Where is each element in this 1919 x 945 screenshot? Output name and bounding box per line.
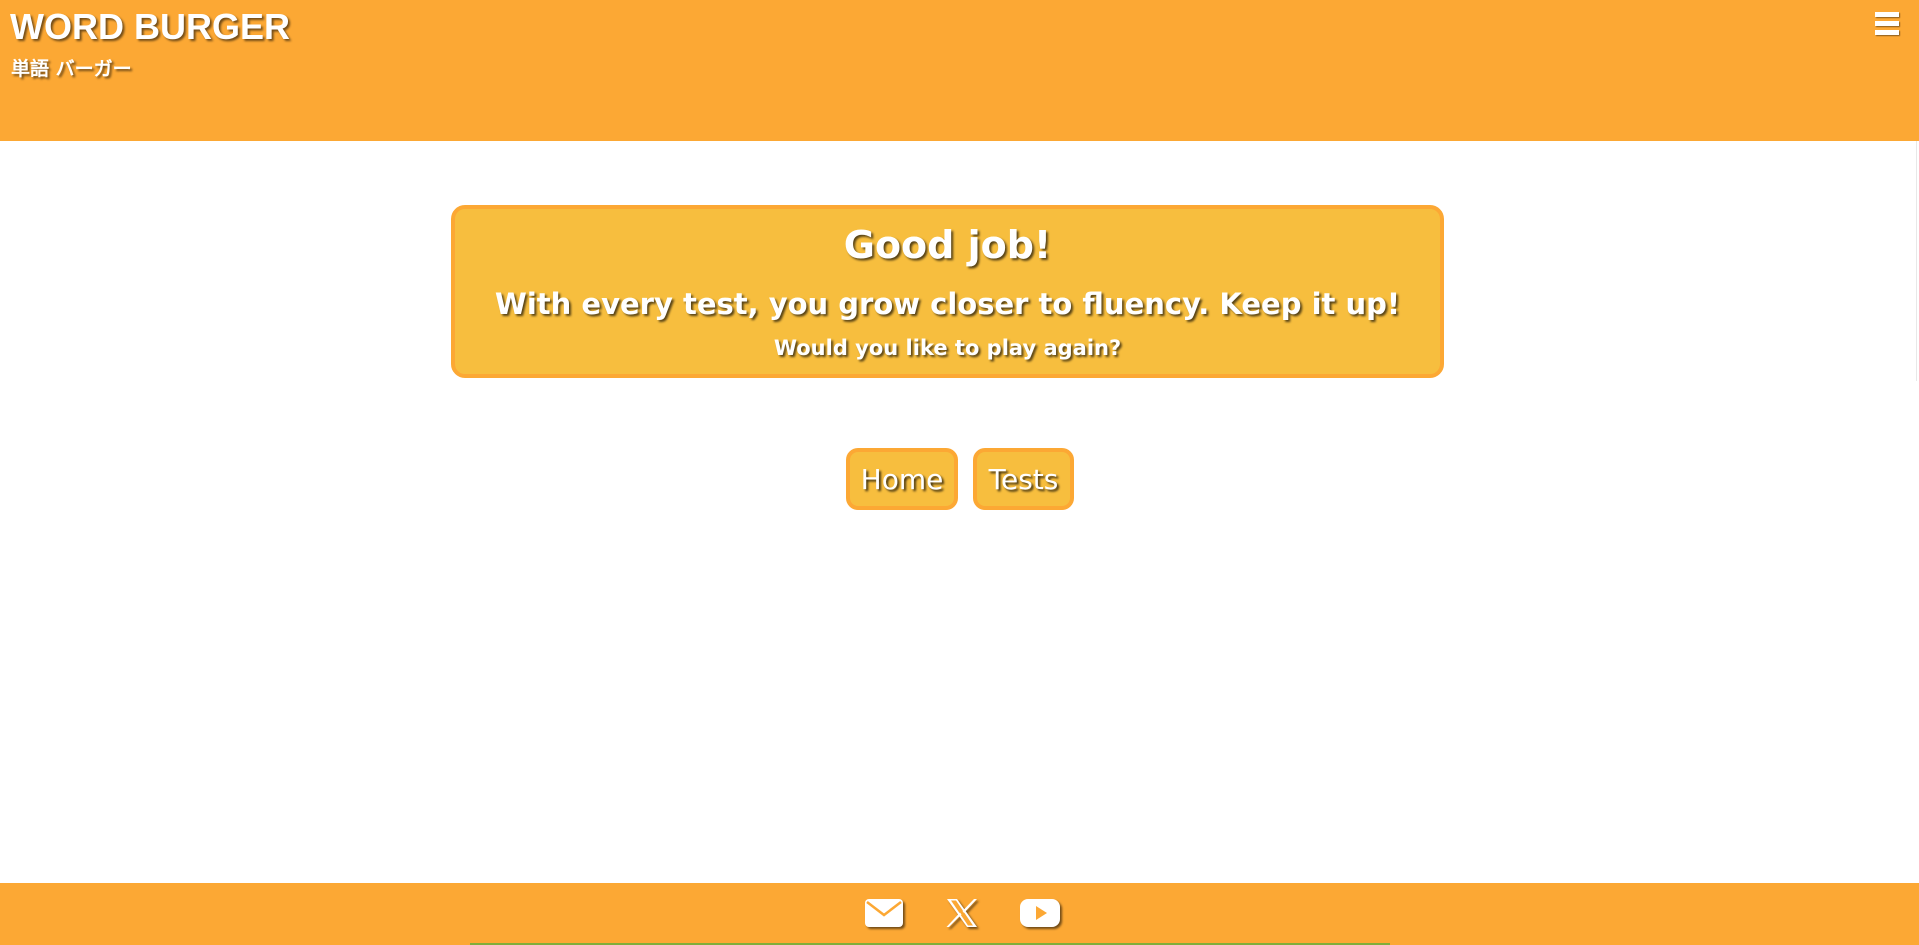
tests-button[interactable]: Tests xyxy=(973,448,1074,510)
site-subtitle: 単語 バーガー xyxy=(11,58,132,80)
result-message-card: Good job! With every test, you grow clos… xyxy=(451,205,1444,378)
hamburger-menu-icon[interactable] xyxy=(1875,12,1901,42)
page-edge-divider xyxy=(1916,141,1917,381)
home-button[interactable]: Home xyxy=(846,448,958,510)
x-icon[interactable] xyxy=(944,895,980,931)
page: WORD BURGER 単語 バーガー Good job! With every… xyxy=(0,0,1919,945)
result-message: With every test, you grow closer to flue… xyxy=(494,287,1401,321)
site-header: WORD BURGER 単語 バーガー xyxy=(0,0,1919,141)
result-heading: Good job! xyxy=(843,223,1052,267)
youtube-icon[interactable] xyxy=(1018,895,1062,931)
play-again-question: Would you like to play again? xyxy=(773,336,1122,360)
mail-icon[interactable] xyxy=(864,895,904,931)
site-title[interactable]: WORD BURGER xyxy=(10,6,290,48)
